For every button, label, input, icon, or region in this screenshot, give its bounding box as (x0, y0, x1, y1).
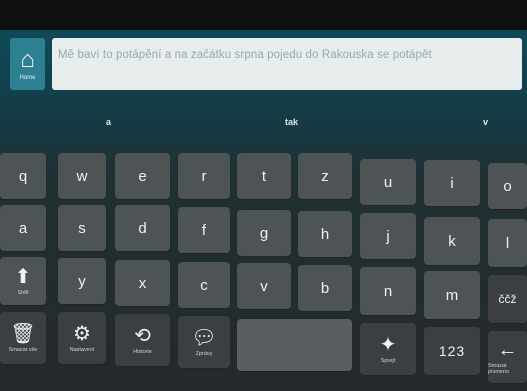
shift-key[interactable]: ⬆ Shift (0, 257, 46, 305)
key-q[interactable]: q (0, 153, 46, 199)
key-j[interactable]: j (360, 213, 416, 259)
clear-all-label: Smazat vše (8, 346, 38, 353)
suggestion-3[interactable]: v (483, 117, 488, 127)
phrases-label: Zprávy (195, 350, 213, 357)
backspace-key[interactable]: ← Smazat písmeno (488, 331, 527, 383)
key-r[interactable]: r (178, 153, 230, 199)
key-s[interactable]: s (58, 205, 106, 251)
message-text-field[interactable]: Mě baví to potápění a na začátku srpna p… (52, 38, 522, 90)
phrases-key[interactable]: 💬︎ Zprávy (178, 316, 230, 368)
key-x[interactable]: x (115, 260, 170, 306)
key-o[interactable]: o (488, 163, 527, 209)
home-icon: ⌂ (20, 45, 35, 73)
key-i[interactable]: i (424, 160, 480, 206)
settings-key[interactable]: ⚙︎ Nastavení (58, 312, 106, 364)
key-k[interactable]: k (424, 217, 480, 265)
home-button[interactable]: ⌂ Home (10, 38, 45, 90)
space-key[interactable] (237, 319, 352, 371)
key-d[interactable]: d (115, 205, 170, 251)
key-u[interactable]: u (360, 159, 416, 205)
settings-label: Nastavení (69, 346, 95, 353)
key-h[interactable]: h (298, 211, 352, 257)
shift-arrow-icon: ⬆ (14, 265, 32, 288)
speak-key[interactable]: ✦ Sprejt (360, 323, 416, 375)
key-t[interactable]: t (237, 153, 291, 199)
key-a[interactable]: a (0, 205, 46, 251)
history-icon: ⟲ (134, 324, 151, 347)
key-v[interactable]: v (237, 263, 291, 309)
backspace-label: Smazat písmeno (488, 362, 510, 375)
key-m[interactable]: m (424, 271, 480, 319)
key-g[interactable]: g (237, 210, 291, 256)
key-y[interactable]: y (58, 258, 106, 304)
special-chars-key[interactable]: ččž (488, 275, 527, 323)
trash-icon: 🗑︎ (10, 322, 36, 345)
key-f[interactable]: f (178, 207, 230, 253)
speak-icon: ✦ (379, 333, 397, 356)
clear-all-key[interactable]: 🗑︎ Smazat vše (0, 312, 46, 364)
backspace-arrow-icon: ← (497, 338, 518, 361)
key-b[interactable]: b (298, 265, 352, 311)
key-z[interactable]: z (298, 153, 352, 199)
key-l[interactable]: l (488, 219, 527, 267)
numbers-key[interactable]: 123 (424, 327, 480, 375)
shift-label: Shift (17, 289, 29, 296)
speech-bubble-icon: 💬︎ (191, 326, 217, 349)
key-n[interactable]: n (360, 267, 416, 315)
key-c[interactable]: c (178, 262, 230, 308)
suggestion-2[interactable]: tak (285, 117, 298, 127)
history-label: Historie (133, 348, 152, 355)
key-w[interactable]: w (58, 153, 106, 199)
home-label: Home (19, 74, 36, 81)
suggestion-1[interactable]: a (106, 117, 111, 127)
device-bezel (0, 0, 527, 30)
gear-icon: ⚙︎ (73, 322, 91, 345)
history-key[interactable]: ⟲ Historie (115, 314, 170, 366)
speak-label: Sprejt (380, 357, 396, 364)
key-e[interactable]: e (115, 153, 170, 199)
